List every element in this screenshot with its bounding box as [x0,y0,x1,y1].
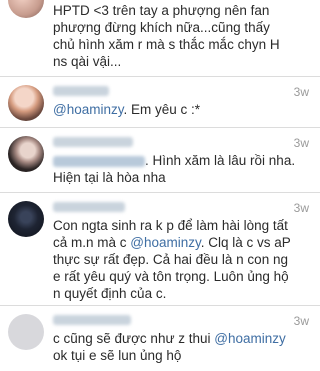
comment-item-1: HPTD <3 trên tay a phượng nên fan phượng… [0,0,320,76]
mention-link[interactable]: @hoaminzy [130,235,200,250]
comment-item-5: 3w c cũng sẽ được như z thui @hoaminzy o… [0,306,320,371]
username-blurred[interactable] [53,137,133,147]
comment-time: 3w [293,85,309,99]
username-blurred[interactable] [53,86,109,96]
avatar[interactable] [8,136,44,172]
mention-link[interactable]: @hoaminzy [53,102,123,117]
comment-item-2: 3w @hoaminzy. Em yêu c :* [0,77,320,127]
comment-item-4: 3w Con ngta sinh ra k p để làm hài lòng … [0,193,320,305]
avatar[interactable] [8,314,44,350]
username-blurred[interactable] [53,315,131,325]
comment-text: Con ngta sinh ra k p để làm hài lòng tất… [53,218,291,301]
comment-text: . Hình xăm là lâu rồi nha. Hiện tại là h… [53,153,296,185]
avatar[interactable] [8,201,44,237]
avatar[interactable] [8,0,44,18]
avatar[interactable] [8,85,44,121]
comment-time: 3w [293,136,309,150]
comment-text: c cũng sẽ được như z thui @hoaminzy ok t… [53,331,286,363]
comment-text: HPTD <3 trên tay a phượng nên fan phượng… [53,3,280,69]
mention-blurred[interactable] [53,155,145,167]
username-blurred[interactable] [53,202,125,212]
comment-text: @hoaminzy. Em yêu c :* [53,102,201,117]
comment-item-3: 3w . Hình xăm là lâu rồi nha. Hiện tại l… [0,128,320,192]
comment-time: 3w [293,314,309,328]
mention-link[interactable]: @hoaminzy [214,331,285,346]
comment-time: 3w [293,201,309,215]
